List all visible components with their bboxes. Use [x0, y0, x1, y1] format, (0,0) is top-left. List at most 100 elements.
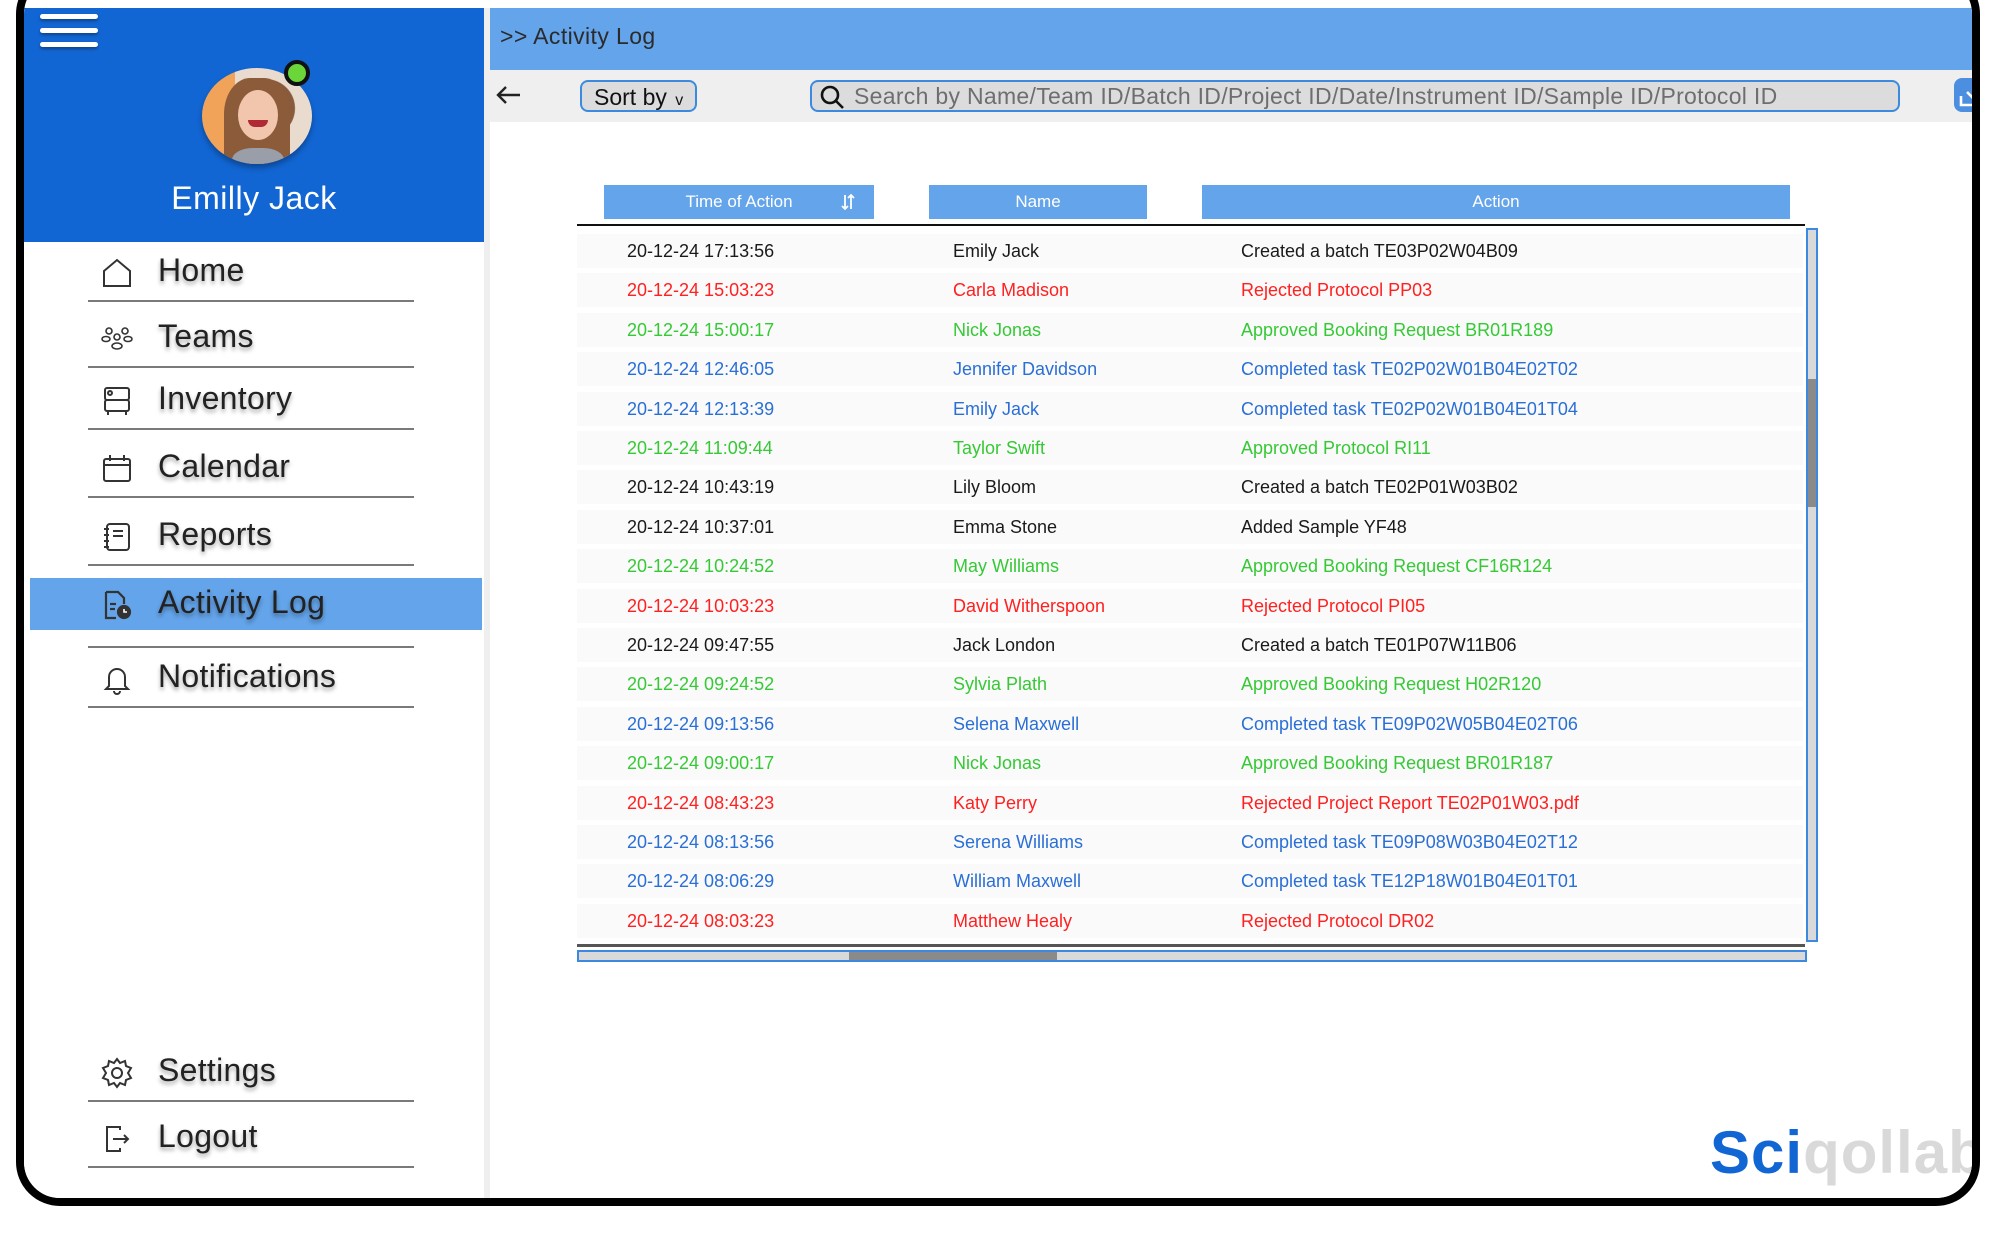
time-cell: 20-12-24 09:00:17	[627, 753, 775, 774]
name-cell: Jennifer Davidson	[953, 359, 1098, 380]
action-cell: Approved Booking Request CF16R124	[1241, 556, 1553, 577]
activity-table-body: 20-12-24 17:13:56 Emily Jack Created a bat…	[577, 228, 1803, 948]
table-row[interactable]: 20-12-24 08:03:23 Matthew Healy Rejected P…	[577, 903, 1803, 938]
table-row[interactable]: 20-12-24 09:13:56 Selena Maxwell Completed…	[577, 706, 1803, 741]
download-button[interactable]	[1954, 78, 1972, 112]
vertical-scrollbar[interactable]	[1806, 228, 1818, 942]
calendar-icon	[103, 455, 131, 482]
name-cell: Serena Williams	[953, 832, 1084, 852]
search-input[interactable]	[854, 82, 1884, 110]
table-row[interactable]: 20-12-24 10:43:19 Lily Bloom Created a bat…	[577, 470, 1803, 505]
name-cell: William Maxwell	[953, 871, 1082, 892]
name-cell: Lily Bloom	[953, 477, 1037, 498]
sidebar-item-label: Home	[158, 252, 245, 288]
name-cell: Selena Maxwell	[953, 713, 1080, 734]
table-row[interactable]: 20-12-24 12:13:39 Emily Jack Completed tas…	[577, 391, 1803, 426]
time-cell: 20-12-24 08:43:23	[627, 792, 775, 813]
arrow-left-icon[interactable]	[492, 78, 526, 112]
sidebar-item-settings[interactable]: Settings	[88, 1042, 414, 1102]
table-row[interactable]: 20-12-24 11:09:44 Taylor Swift Approved Pr…	[577, 431, 1803, 465]
time-cell: 20-12-24 09:13:56	[627, 713, 775, 734]
action-cell: Approved Protocol RI11	[1241, 438, 1431, 458]
divider	[88, 496, 414, 498]
divider	[88, 300, 414, 302]
table-row[interactable]: 20-12-24 17:13:56 Emily Jack Created a bat…	[577, 234, 1803, 268]
table-row[interactable]: 20-12-24 09:24:52 Sylvia Plath Approved Bo…	[577, 667, 1803, 702]
time-cell: 20-12-24 12:46:05	[627, 359, 775, 380]
time-cell: 20-12-24 15:00:17	[627, 319, 775, 340]
sort-arrows-icon[interactable]	[838, 192, 858, 212]
horizontal-scrollbar-thumb[interactable]	[848, 952, 1058, 960]
table-row[interactable]: 20-12-24 09:00:17 Nick Jonas Approved Book…	[577, 746, 1803, 781]
logo-part-qollab: qollab	[1803, 1119, 1980, 1186]
table-row[interactable]: 20-12-24 08:43:23 Katy Perry Rejected Proj…	[577, 785, 1803, 820]
table-row[interactable]: 20-12-24 15:03:23 Carla Madison Rejected P…	[577, 273, 1803, 308]
time-cell: 20-12-24 08:06:29	[627, 871, 775, 892]
sidebar-item-label: Notifications	[158, 658, 337, 694]
search-box[interactable]	[810, 80, 1900, 112]
avatar-container	[202, 60, 314, 164]
name-cell: Katy Perry	[953, 792, 1038, 813]
table-row[interactable]: 20-12-24 10:37:01 Emma Stone Added Sample …	[577, 509, 1803, 544]
time-cell: 20-12-24 08:03:23	[627, 910, 775, 931]
name-cell: Emily Jack	[953, 398, 1040, 419]
column-header-action[interactable]: Action	[1202, 185, 1790, 219]
online-status-indicator	[284, 60, 310, 86]
action-cell: Rejected Protocol DR02	[1241, 910, 1435, 931]
sidebar-item-calendar[interactable]: Calendar	[88, 438, 414, 498]
sidebar-item-notifications[interactable]: Notifications	[88, 648, 414, 708]
table-row[interactable]: 20-12-24 10:24:52 May Williams Approved Bo…	[577, 549, 1803, 584]
action-cell: Created a batch TE01P07W11B06	[1241, 635, 1517, 655]
action-cell: Rejected Protocol PI05	[1241, 595, 1426, 616]
sidebar-item-label: Inventory	[158, 380, 293, 416]
main-content: >> Activity Log Sort by v Search by Name…	[490, 8, 1980, 1198]
name-cell: Jack London	[953, 635, 1056, 655]
time-cell: 20-12-24 08:13:56	[627, 832, 775, 852]
sidebar-item-label: Activity Log	[158, 584, 326, 620]
name-cell: Taylor Swift	[953, 438, 1046, 458]
name-cell: May Williams	[953, 556, 1059, 577]
logout-icon	[106, 1126, 130, 1152]
time-cell: 20-12-24 17:13:56	[627, 241, 775, 261]
sidebar-item-activity-log[interactable]: Activity Log	[30, 578, 482, 648]
profile-header: Emilly Jack	[24, 8, 484, 242]
action-cell: Approved Booking Request BR01R187	[1241, 753, 1554, 774]
column-header-time-of-action[interactable]: Time of Action	[604, 185, 874, 219]
sidebar-item-inventory[interactable]: Inventory	[88, 370, 414, 430]
sort-by-dropdown[interactable]: Sort by v	[580, 80, 698, 112]
table-row[interactable]: 20-12-24 10:03:23 David Witherspoon Reject…	[577, 588, 1803, 623]
sidebar-item-label: Calendar	[158, 448, 291, 484]
column-header-name[interactable]: Name	[929, 185, 1147, 219]
sidebar-item-label: Reports	[158, 516, 273, 552]
table-row[interactable]: 20-12-24 12:46:05 Jennifer Davidson Comple…	[577, 352, 1803, 387]
action-cell: Rejected Protocol PP03	[1241, 280, 1433, 301]
action-cell: Completed task TE02P02W01B04E01T04	[1241, 398, 1578, 419]
table-row[interactable]: 20-12-24 08:13:56 Serena Williams Complete…	[577, 825, 1803, 859]
sidebar-item-logout[interactable]: Logout	[88, 1108, 414, 1168]
sidebar-item-teams[interactable]: Teams	[88, 308, 414, 368]
time-cell: 20-12-24 11:09:44	[627, 438, 773, 458]
table-row[interactable]: 20-12-24 15:00:17 Nick Jonas Approved Book…	[577, 312, 1803, 347]
name-cell: Emily Jack	[953, 241, 1040, 261]
sidebar-item-home[interactable]: Home	[88, 242, 414, 302]
top-bar: >> Activity Log	[490, 8, 1972, 70]
time-cell: 20-12-24 10:24:52	[627, 556, 775, 577]
time-cell: 20-12-24 09:24:52	[627, 674, 775, 695]
reports-icon	[104, 523, 130, 551]
divider	[88, 564, 414, 566]
teams-icon	[101, 327, 133, 350]
sidebar-item-label: Settings	[158, 1052, 277, 1088]
action-cell: Completed task TE02P02W01B04E02T02	[1241, 359, 1578, 380]
table-row[interactable]: 20-12-24 09:47:55 Jack London Created a ba…	[577, 628, 1803, 662]
app-window: Emilly Jack Home Teams Inventory Calenda…	[16, 0, 1980, 1206]
column-header-label: Action	[1472, 192, 1520, 211]
vertical-scrollbar-thumb[interactable]	[1808, 379, 1816, 507]
name-cell: Sylvia Plath	[953, 674, 1048, 695]
sidebar-item-label: Logout	[158, 1118, 258, 1154]
gear-icon	[101, 1057, 133, 1089]
table-row[interactable]: 20-12-24 08:06:29 William Maxwell Complete…	[577, 864, 1803, 899]
hamburger-icon[interactable]	[40, 12, 98, 48]
name-cell: Matthew Healy	[953, 910, 1073, 931]
sidebar-item-reports[interactable]: Reports	[88, 506, 414, 566]
horizontal-scrollbar[interactable]	[577, 950, 1807, 962]
